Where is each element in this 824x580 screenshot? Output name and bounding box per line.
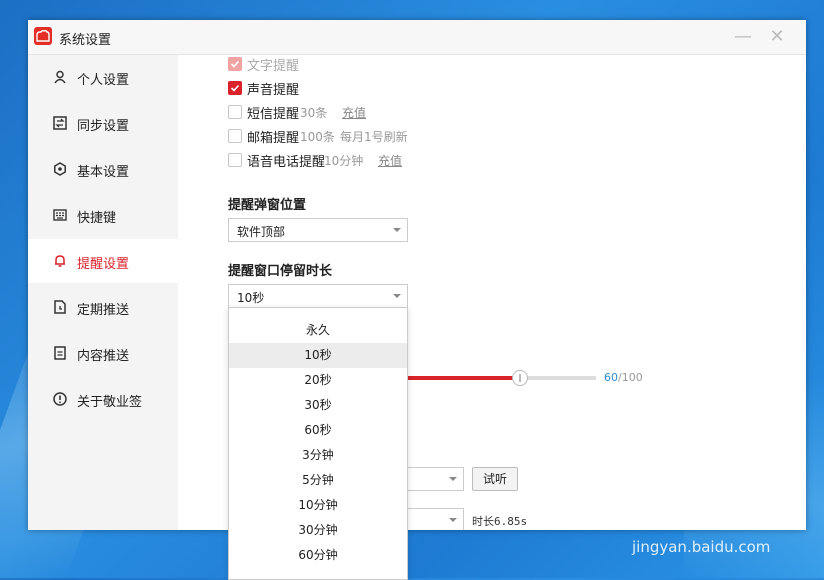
volume-max-value: /100 <box>618 371 643 384</box>
volume-slider-handle[interactable] <box>512 370 529 386</box>
dropdown-option[interactable]: 60分钟 <box>229 543 407 568</box>
keyboard-icon <box>53 209 67 221</box>
settings-window: 系统设置 — ✕ 个人设置 同步设置 基本设置 快捷键 提醒设置 定期推送 内容… <box>28 20 806 530</box>
dropdown-option[interactable]: 3分钟 <box>229 443 407 468</box>
dropdown-option[interactable]: 永久 <box>229 318 407 343</box>
email-reminder-label: 邮箱提醒 <box>247 131 300 146</box>
title-bar: 系统设置 — ✕ <box>28 20 806 55</box>
sidebar-item-label: 基本设置 <box>77 165 130 180</box>
chevron-down-icon <box>449 477 457 481</box>
watermark-text: Baidu经验 <box>634 494 798 529</box>
dropdown-option[interactable]: 20秒 <box>229 368 407 393</box>
chevron-down-icon <box>449 518 457 522</box>
volume-readout: 60/100 <box>604 371 643 384</box>
chevron-down-icon <box>393 294 401 298</box>
chevron-down-icon <box>393 228 401 232</box>
volume-slider[interactable] <box>404 370 596 386</box>
sidebar-item-label: 内容推送 <box>77 349 130 364</box>
sound-reminder-checkbox[interactable] <box>228 81 242 95</box>
dropdown-option[interactable]: 5分钟 <box>229 468 407 493</box>
sync-icon <box>53 116 67 130</box>
window-title: 系统设置 <box>59 33 112 48</box>
voice-call-reminder-label: 语音电话提醒 <box>247 155 326 170</box>
sidebar-item-shortcuts[interactable]: 快捷键 <box>28 193 178 237</box>
voice-call-reminder-checkbox[interactable] <box>228 153 242 167</box>
sidebar-item-reminders[interactable]: 提醒设置 <box>28 239 178 283</box>
sidebar-item-scheduled-push[interactable]: 定期推送 <box>28 285 178 329</box>
bell-icon <box>55 255 65 267</box>
voice-call-recharge-link[interactable]: 充值 <box>378 152 402 169</box>
text-reminder-label: 文字提醒 <box>247 59 300 74</box>
email-refresh-note: 每月1号刷新 <box>340 130 408 144</box>
watermark-url: jingyan.baidu.com <box>632 538 771 556</box>
popup-duration-title: 提醒窗口停留时长 <box>228 264 333 279</box>
info-icon <box>53 392 67 406</box>
sidebar-item-basic[interactable]: 基本设置 <box>28 147 178 191</box>
sidebar-item-label: 同步设置 <box>77 119 130 134</box>
sound-reminder-label: 声音提醒 <box>247 83 300 98</box>
sidebar-item-label: 关于敬业签 <box>77 395 143 410</box>
baidu-watermark: Baidu经验 jingyan.baidu.com <box>630 486 820 576</box>
popup-duration-value: 10秒 <box>237 291 265 305</box>
close-button[interactable]: ✕ <box>766 26 788 48</box>
sidebar-item-label: 快捷键 <box>77 211 117 226</box>
sidebar-item-about[interactable]: 关于敬业签 <box>28 377 178 421</box>
sms-count: 30条 <box>300 106 328 120</box>
popup-position-value: 软件顶部 <box>237 225 286 239</box>
sms-reminder-label: 短信提醒 <box>247 107 300 122</box>
preview-sound-button[interactable]: 试听 <box>472 467 518 491</box>
app-logo-icon <box>34 27 52 45</box>
minimize-button[interactable]: — <box>732 26 754 48</box>
volume-current-value: 60 <box>604 371 618 384</box>
sidebar-item-sync[interactable]: 同步设置 <box>28 101 178 145</box>
dropdown-option[interactable]: 30分钟 <box>229 518 407 543</box>
popup-position-title: 提醒弹窗位置 <box>228 198 307 213</box>
voice-call-count: 10分钟 <box>324 154 364 168</box>
popup-position-select[interactable]: 软件顶部 <box>228 218 408 242</box>
sms-reminder-checkbox[interactable] <box>228 105 242 119</box>
email-count: 100条 <box>300 130 335 144</box>
sidebar-item-label: 提醒设置 <box>77 257 130 272</box>
calendar-icon <box>54 300 66 314</box>
volume-slider-fill <box>404 376 520 380</box>
sidebar: 个人设置 同步设置 基本设置 快捷键 提醒设置 定期推送 内容推送 关于敬业签 <box>28 55 178 530</box>
popup-duration-select[interactable]: 10秒 <box>228 284 408 308</box>
sidebar-item-content-push[interactable]: 内容推送 <box>28 331 178 375</box>
dropdown-option[interactable]: 10秒 <box>229 343 407 368</box>
person-icon <box>54 70 66 84</box>
sms-recharge-link[interactable]: 充值 <box>342 104 366 121</box>
text-reminder-checkbox[interactable] <box>228 57 242 71</box>
email-reminder-checkbox[interactable] <box>228 129 242 143</box>
document-icon <box>54 346 66 360</box>
gear-icon <box>54 162 66 176</box>
dropdown-option[interactable]: 10分钟 <box>229 493 407 518</box>
dropdown-option[interactable]: 30秒 <box>229 393 407 418</box>
sound-duration-label: 时长6.85s <box>472 515 528 528</box>
sidebar-item-label: 定期推送 <box>77 303 130 318</box>
popup-duration-dropdown[interactable]: 永久 10秒 20秒 30秒 60秒 3分钟 5分钟 10分钟 30分钟 60分… <box>228 307 408 580</box>
sidebar-item-label: 个人设置 <box>77 73 130 88</box>
dropdown-option[interactable]: 60秒 <box>229 418 407 443</box>
sidebar-item-personal[interactable]: 个人设置 <box>28 55 178 99</box>
